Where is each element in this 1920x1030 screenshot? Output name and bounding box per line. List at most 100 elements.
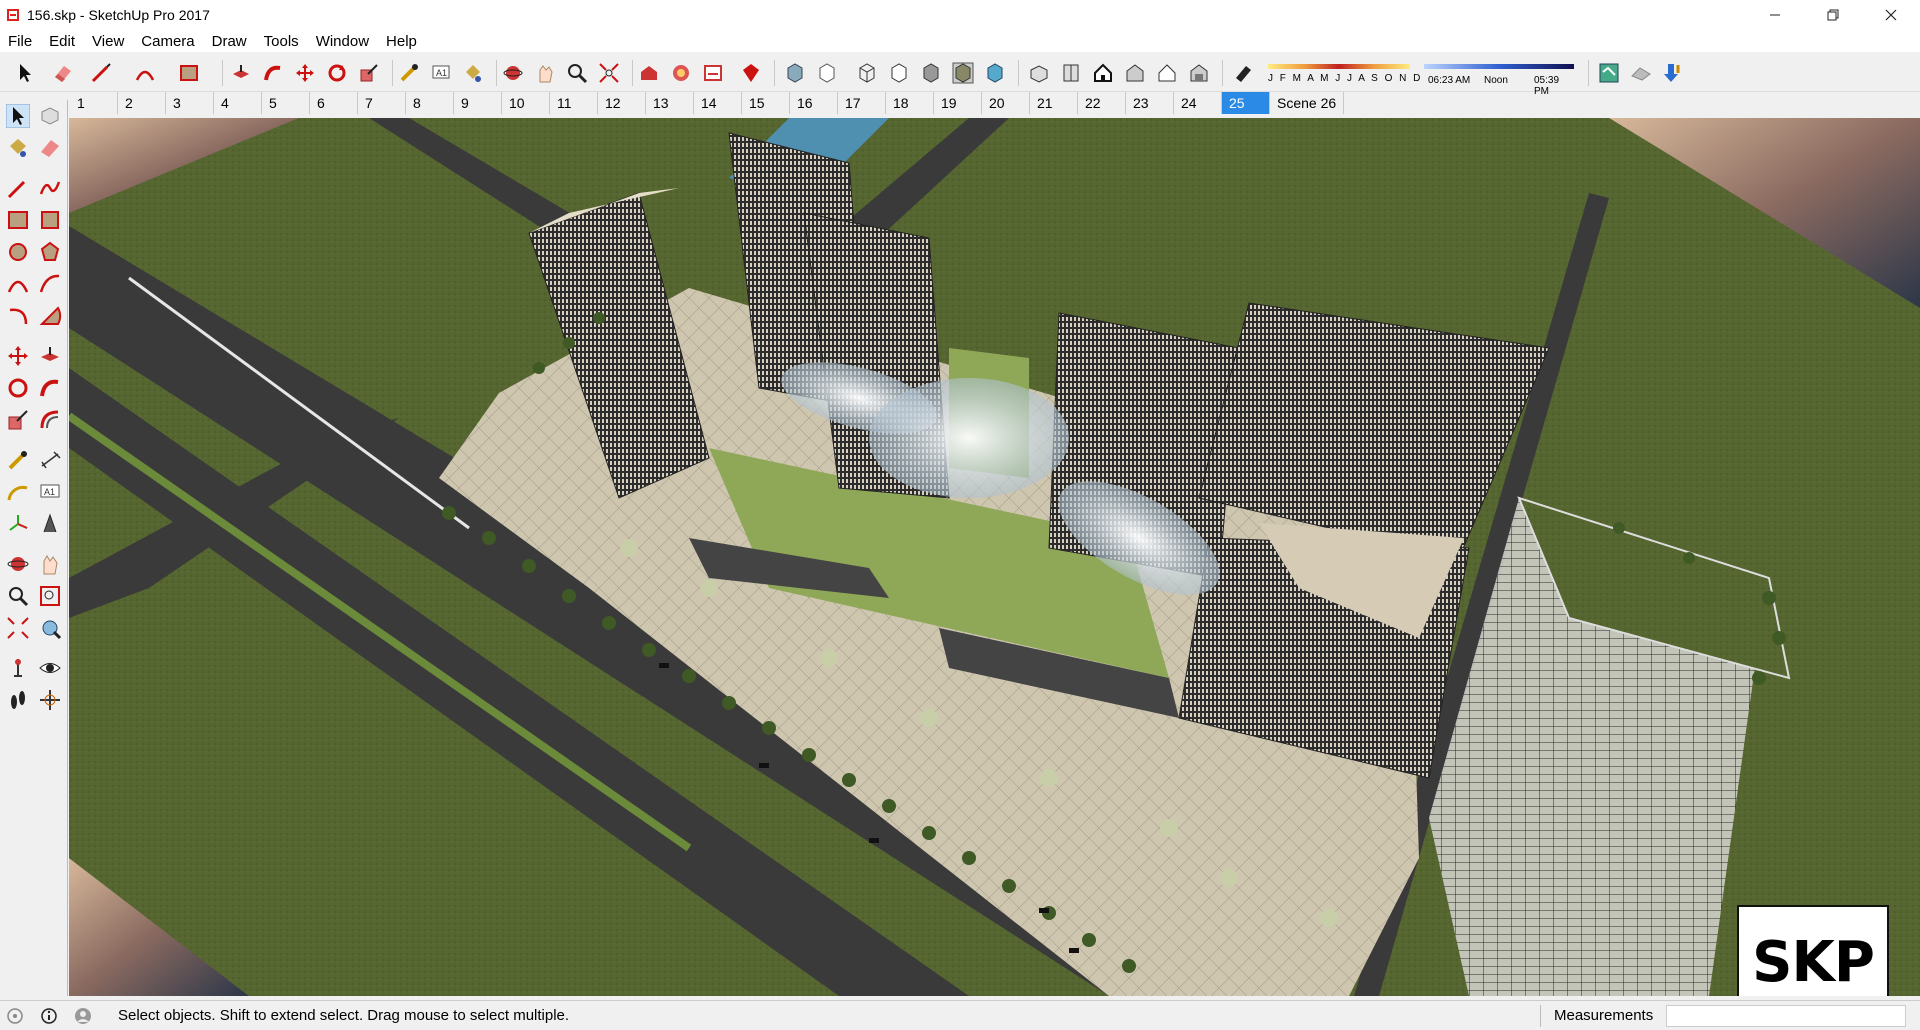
menu-tools[interactable]: Tools bbox=[256, 33, 308, 50]
move-icon[interactable] bbox=[6, 344, 30, 368]
scene-tab[interactable]: 13 bbox=[646, 92, 694, 114]
back-edges-style-icon[interactable] bbox=[816, 62, 838, 84]
add-location-icon[interactable] bbox=[1662, 62, 1684, 84]
make-component-icon[interactable] bbox=[38, 104, 62, 128]
shaded-textures-style-icon[interactable] bbox=[952, 62, 974, 84]
geo-location-icon[interactable] bbox=[1598, 62, 1620, 84]
shadow-time-slider[interactable]: 06:23 AM Noon 05:39 PM bbox=[1424, 64, 1574, 97]
select-tool-icon[interactable] bbox=[6, 104, 30, 128]
scene-tab[interactable]: 22 bbox=[1078, 92, 1126, 114]
send-to-layout-icon[interactable] bbox=[702, 62, 724, 84]
scene-tab[interactable]: 4 bbox=[214, 92, 262, 114]
zoom-extents-tool-icon[interactable] bbox=[598, 62, 620, 84]
close-button[interactable] bbox=[1862, 0, 1920, 30]
3d-text-icon[interactable] bbox=[38, 512, 62, 536]
rectangle-tool-icon[interactable] bbox=[178, 62, 200, 84]
look-around-icon[interactable] bbox=[38, 656, 62, 680]
shadow-month-slider[interactable]: J F M A M J J A S O N D bbox=[1268, 64, 1420, 88]
orbit-tool-icon[interactable] bbox=[502, 62, 524, 84]
scene-tab[interactable]: 24 bbox=[1174, 92, 1222, 114]
menu-file[interactable]: File bbox=[0, 33, 41, 50]
follow-me-tool-icon[interactable] bbox=[262, 62, 284, 84]
left-view-icon[interactable] bbox=[1188, 62, 1210, 84]
pan-icon[interactable] bbox=[38, 552, 62, 576]
menu-camera[interactable]: Camera bbox=[133, 33, 203, 50]
scene-tab[interactable]: 17 bbox=[838, 92, 886, 114]
position-camera-icon[interactable] bbox=[6, 656, 30, 680]
section-plane-icon[interactable] bbox=[38, 688, 62, 712]
scene-tab[interactable]: 23 bbox=[1126, 92, 1174, 114]
push-pull-icon[interactable] bbox=[38, 344, 62, 368]
scene-tab[interactable]: 19 bbox=[934, 92, 982, 114]
line-tool-icon[interactable] bbox=[90, 62, 112, 84]
arc-icon[interactable] bbox=[6, 272, 30, 296]
polygon-icon[interactable] bbox=[38, 240, 62, 264]
push-pull-tool-icon[interactable] bbox=[230, 62, 252, 84]
dimension-icon[interactable] bbox=[38, 448, 62, 472]
hidden-line-style-icon[interactable] bbox=[888, 62, 910, 84]
ruby-console-icon[interactable] bbox=[740, 62, 762, 84]
shadows-toggle-icon[interactable] bbox=[1232, 62, 1254, 84]
text-tool-icon[interactable]: A1 bbox=[430, 62, 452, 84]
eraser-icon[interactable] bbox=[38, 136, 62, 160]
scene-tab[interactable]: 3 bbox=[166, 92, 214, 114]
zoom-tool-icon[interactable] bbox=[566, 62, 588, 84]
scale-icon[interactable] bbox=[6, 408, 30, 432]
arc-tool-icon[interactable] bbox=[134, 62, 156, 84]
scene-tab[interactable]: 2 bbox=[118, 92, 166, 114]
protractor-icon[interactable] bbox=[6, 480, 30, 504]
menu-draw[interactable]: Draw bbox=[204, 33, 256, 50]
previous-view-icon[interactable] bbox=[38, 616, 62, 640]
credits-info-icon[interactable] bbox=[40, 1007, 58, 1025]
xray-style-icon[interactable] bbox=[784, 62, 806, 84]
text-icon[interactable]: A1 bbox=[38, 480, 62, 504]
scene-tab[interactable]: 11 bbox=[550, 92, 598, 114]
zoom-window-icon[interactable] bbox=[38, 584, 62, 608]
follow-me-icon[interactable] bbox=[38, 376, 62, 400]
top-view-icon[interactable] bbox=[1060, 62, 1082, 84]
scene-tab[interactable]: 10 bbox=[502, 92, 550, 114]
line-icon[interactable] bbox=[6, 176, 30, 200]
scale-tool-icon[interactable] bbox=[358, 62, 380, 84]
scene-tab[interactable]: 5 bbox=[262, 92, 310, 114]
scene-tab[interactable]: 21 bbox=[1030, 92, 1078, 114]
shaded-style-icon[interactable] bbox=[920, 62, 942, 84]
menu-view[interactable]: View bbox=[84, 33, 133, 50]
scene-tab[interactable]: 9 bbox=[454, 92, 502, 114]
model-viewport[interactable]: SKP bbox=[69, 118, 1920, 996]
pie-icon[interactable] bbox=[38, 304, 62, 328]
paint-bucket-tool-icon[interactable] bbox=[462, 62, 484, 84]
measurements-input[interactable] bbox=[1666, 1005, 1906, 1027]
menu-window[interactable]: Window bbox=[308, 33, 378, 50]
front-view-icon[interactable] bbox=[1092, 62, 1114, 84]
rotate-tool-icon[interactable] bbox=[326, 62, 348, 84]
zoom-extents-icon[interactable] bbox=[6, 616, 30, 640]
rectangle-icon[interactable] bbox=[6, 208, 30, 232]
geo-location-status-icon[interactable] bbox=[6, 1007, 24, 1025]
scene-tab-active[interactable]: 25 bbox=[1222, 92, 1270, 114]
zoom-icon[interactable] bbox=[6, 584, 30, 608]
offset-icon[interactable] bbox=[38, 408, 62, 432]
scene-tab[interactable]: Scene 26 bbox=[1270, 92, 1344, 114]
paint-bucket-icon[interactable] bbox=[6, 136, 30, 160]
menu-help[interactable]: Help bbox=[378, 33, 426, 50]
pan-tool-icon[interactable] bbox=[534, 62, 556, 84]
scene-tab[interactable]: 16 bbox=[790, 92, 838, 114]
scene-tab[interactable]: 20 bbox=[982, 92, 1030, 114]
iso-view-icon[interactable] bbox=[1028, 62, 1050, 84]
monochrome-style-icon[interactable] bbox=[984, 62, 1006, 84]
eraser-tool-icon[interactable] bbox=[52, 62, 74, 84]
circle-icon[interactable] bbox=[6, 240, 30, 264]
scene-tab[interactable]: 1 bbox=[70, 92, 118, 114]
warehouse-icon[interactable] bbox=[638, 62, 660, 84]
extension-warehouse-icon[interactable] bbox=[670, 62, 692, 84]
scene-tab[interactable]: 6 bbox=[310, 92, 358, 114]
menu-edit[interactable]: Edit bbox=[41, 33, 84, 50]
walk-icon[interactable] bbox=[6, 688, 30, 712]
wireframe-style-icon[interactable] bbox=[856, 62, 878, 84]
orbit-icon[interactable] bbox=[6, 552, 30, 576]
right-view-icon[interactable] bbox=[1124, 62, 1146, 84]
scene-tab[interactable]: 7 bbox=[358, 92, 406, 114]
select-tool-icon[interactable] bbox=[14, 62, 36, 84]
show-terrain-icon[interactable] bbox=[1630, 62, 1652, 84]
